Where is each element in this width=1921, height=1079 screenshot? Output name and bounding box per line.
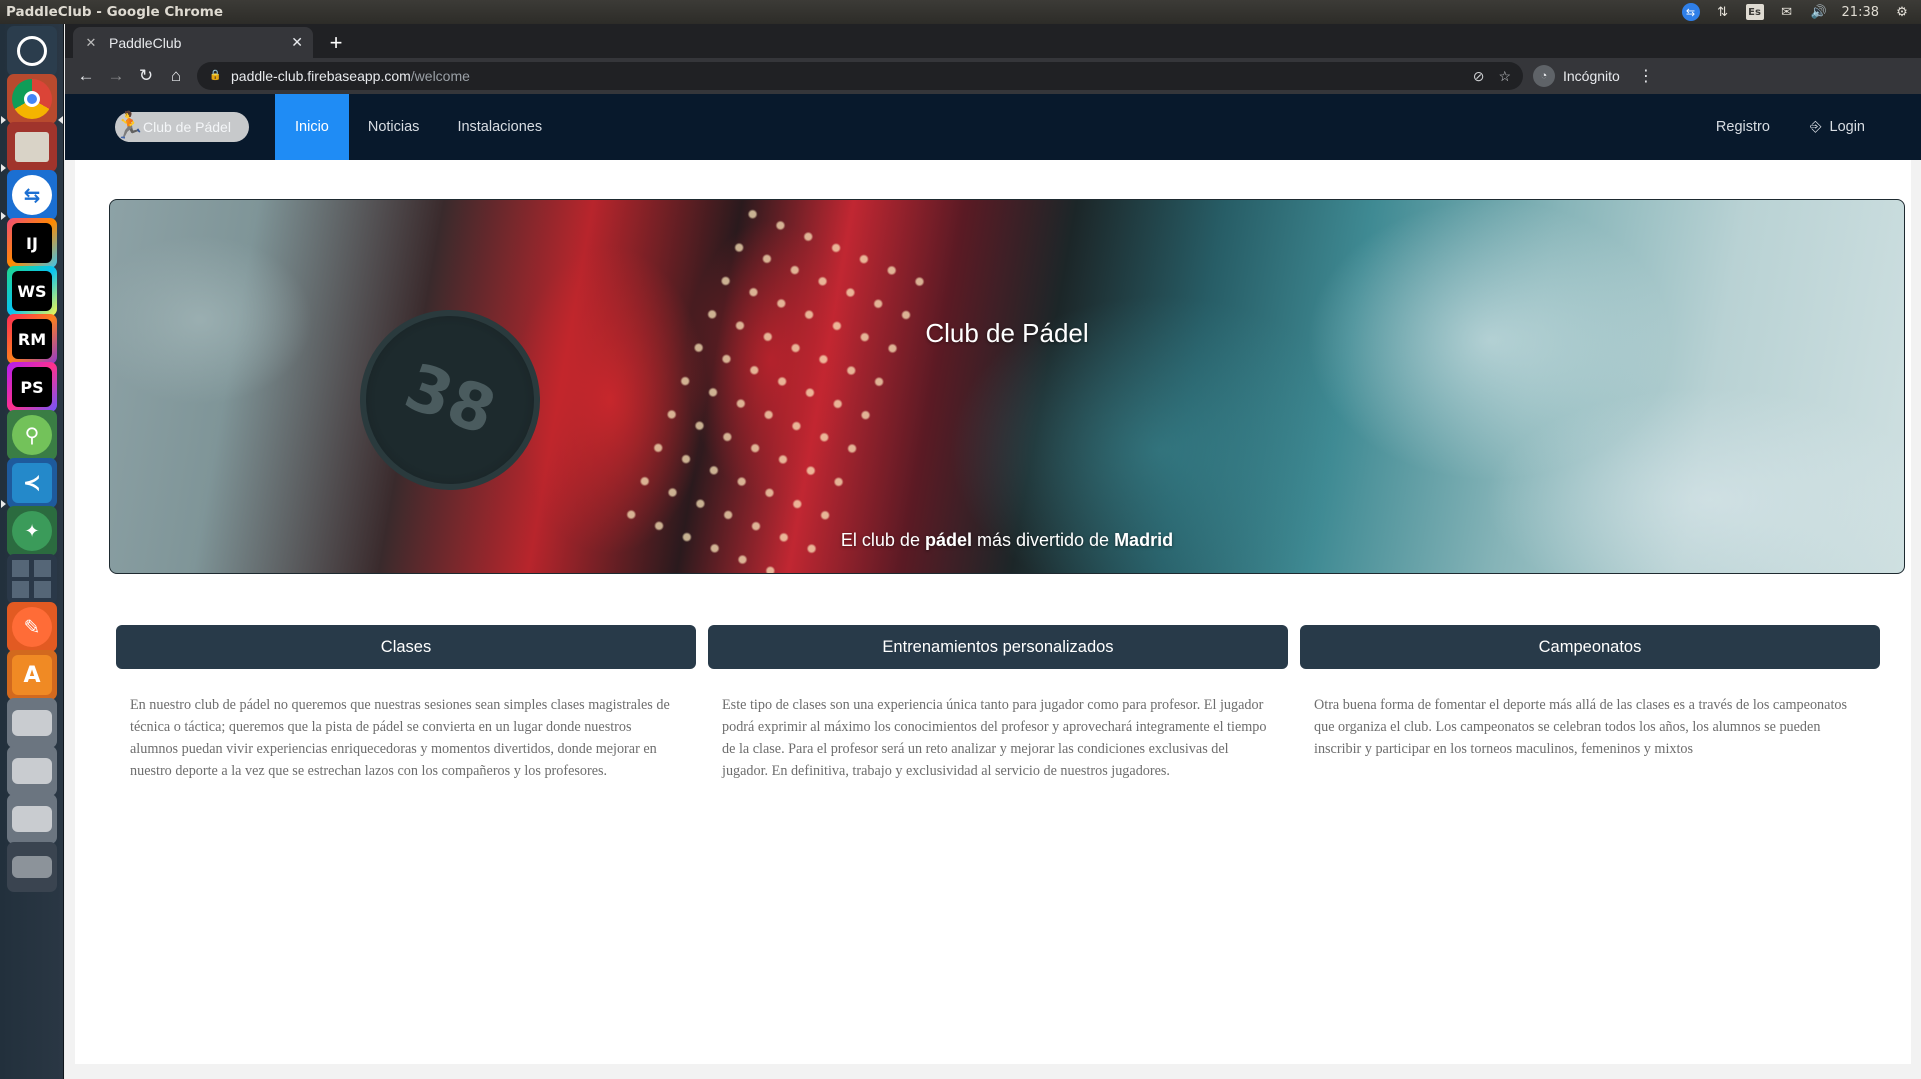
teamviewer-tray-icon[interactable]: ⇆ — [1681, 3, 1700, 21]
hero-subtitle-bold: pádel — [924, 530, 972, 550]
settings-gear-icon[interactable]: ⚙ — [1893, 3, 1911, 21]
hero-title: Club de Pádel — [925, 318, 1089, 348]
nav-link-instalaciones[interactable]: Instalaciones — [438, 94, 561, 160]
url-host: paddle-club.firebaseapp.com — [231, 68, 411, 84]
address-bar[interactable]: 🔒 paddle-club.firebaseapp.com/welcome ⊘ … — [197, 62, 1523, 90]
card-text: En nuestro club de pádel no queremos que… — [130, 697, 670, 779]
brand-label: Club de Pádel — [143, 119, 231, 135]
racket-badge-number: 38 — [395, 350, 505, 450]
feature-cards: Clases En nuestro club de pádel no quere… — [116, 625, 1892, 782]
url-path: /welcome — [410, 68, 470, 84]
feature-card-campeonatos: Campeonatos Otra buena forma de fomentar… — [1300, 625, 1880, 782]
browser-menu-icon[interactable]: ⋮ — [1638, 66, 1654, 86]
running-indicator — [1, 164, 6, 172]
drive-icon[interactable] — [7, 842, 57, 892]
window-title: PaddleClub - Google Chrome — [6, 4, 224, 20]
card-text: Otra buena forma de fomentar el deporte … — [1314, 697, 1847, 757]
system-tray: ⇆ ⇅ Es ✉ 🔊 21:38 ⚙ — [1681, 3, 1921, 21]
incognito-label: Incógnito — [1563, 68, 1620, 84]
nav-link-inicio[interactable]: Inicio — [275, 94, 349, 160]
vscode-icon[interactable]: ≺ — [7, 458, 57, 508]
card-header: Entrenamientos personalizados — [708, 625, 1288, 669]
login-link[interactable]: ⎆ Login — [1810, 119, 1865, 135]
card-header: Clases — [116, 625, 696, 669]
site-navbar: 🏃 Club de Pádel Inicio Noticias Instalac… — [65, 94, 1921, 160]
site-favicon-icon: ✕ — [85, 34, 97, 50]
app-launcher: ⇆ IJ WS RM PS ⚲ ≺ ✦ ✎ A — [0, 24, 64, 1079]
volume-icon[interactable]: 🔊 — [1810, 3, 1828, 21]
tab-title: PaddleClub — [109, 34, 182, 51]
card-text: Este tipo de clases son una experiencia … — [722, 697, 1267, 779]
card-header: Campeonatos — [1300, 625, 1880, 669]
racket-holes-decoration — [610, 200, 950, 573]
running-indicator — [1, 212, 6, 220]
chrome-icon[interactable] — [7, 74, 57, 124]
browser-tab[interactable]: ✕ PaddleClub ✕ — [73, 27, 313, 58]
back-arrow-icon[interactable]: ← — [71, 61, 101, 91]
nav-link-noticias[interactable]: Noticias — [349, 94, 439, 160]
login-icon: ⎆ — [1809, 119, 1822, 135]
teamviewer-icon[interactable]: ⇆ — [7, 170, 57, 220]
reload-icon[interactable]: ↻ — [131, 61, 161, 91]
incognito-icon: ◔ — [1533, 65, 1555, 87]
network-icon[interactable]: ⇅ — [1714, 3, 1732, 21]
rubymine-icon[interactable]: RM — [7, 314, 57, 364]
hero-banner: 38 Club de Pádel El club de pádel más di… — [109, 199, 1905, 574]
intellij-icon[interactable]: IJ — [7, 218, 57, 268]
new-tab-button[interactable]: + — [323, 30, 349, 56]
file-manager-icon[interactable] — [7, 122, 57, 172]
hero-subtitle-bold: Madrid — [1114, 530, 1174, 550]
phpstorm-icon[interactable]: PS — [7, 362, 57, 412]
auth-nav: Registro ⎆ Login — [1716, 94, 1865, 160]
incognito-profile-button[interactable]: ◔ Incógnito — [1533, 65, 1620, 87]
lock-icon: 🔒 — [209, 70, 222, 81]
feature-card-entrenamientos: Entrenamientos personalizados Este tipo … — [708, 625, 1288, 782]
padel-player-logo-icon: 🏃 — [113, 110, 146, 140]
postman-icon[interactable]: ✎ — [7, 602, 57, 652]
hero-subtitle-text: más divertido de — [971, 530, 1115, 550]
main-nav: Inicio Noticias Instalaciones — [275, 94, 561, 160]
hero-subtitle-text: El club de — [840, 530, 925, 550]
mail-icon[interactable]: ✉ — [1778, 3, 1796, 21]
workspace-switcher-icon[interactable] — [7, 554, 57, 604]
tracking-blocked-icon[interactable]: ⊘ — [1473, 68, 1485, 85]
running-indicator — [1, 500, 6, 508]
android-studio-icon[interactable]: ⚲ — [7, 410, 57, 460]
main-content: 38 Club de Pádel El club de pádel más di… — [75, 160, 1911, 1064]
system-top-bar: PaddleClub - Google Chrome ⇆ ⇅ Es ✉ 🔊 21… — [0, 0, 1921, 24]
login-label: Login — [1829, 119, 1865, 135]
browser-toolbar: ← → ↻ ⌂ 🔒 paddle-club.firebaseapp.com/we… — [65, 58, 1921, 94]
tab-strip: ✕ PaddleClub ✕ + — [65, 24, 1921, 58]
ubuntu-dash-icon[interactable] — [7, 26, 57, 76]
drive-icon[interactable] — [7, 698, 57, 748]
gitkraken-icon[interactable]: ✦ — [7, 506, 57, 556]
drive-icon[interactable] — [7, 794, 57, 844]
forward-arrow-icon[interactable]: → — [101, 61, 131, 91]
brand-link[interactable]: 🏃 Club de Pádel — [113, 110, 249, 142]
bookmark-star-icon[interactable]: ☆ — [1498, 68, 1511, 85]
focused-indicator — [58, 116, 63, 124]
webstorm-icon[interactable]: WS — [7, 266, 57, 316]
running-indicator — [1, 116, 6, 124]
clock[interactable]: 21:38 — [1842, 5, 1879, 20]
keyboard-layout-indicator[interactable]: Es — [1745, 4, 1764, 20]
drive-icon[interactable] — [7, 746, 57, 796]
close-tab-icon[interactable]: ✕ — [291, 34, 303, 51]
feature-card-clases: Clases En nuestro club de pádel no quere… — [116, 625, 696, 782]
home-icon[interactable]: ⌂ — [161, 61, 191, 91]
web-page: 🏃 Club de Pádel Inicio Noticias Instalac… — [65, 94, 1921, 1079]
hero-subtitle: El club de pádel más divertido de Madrid — [110, 530, 1904, 551]
register-link[interactable]: Registro — [1716, 119, 1770, 135]
software-center-icon[interactable]: A — [7, 650, 57, 700]
browser-window: ✕ PaddleClub ✕ + ← → ↻ ⌂ 🔒 paddle-club.f… — [65, 24, 1921, 1079]
